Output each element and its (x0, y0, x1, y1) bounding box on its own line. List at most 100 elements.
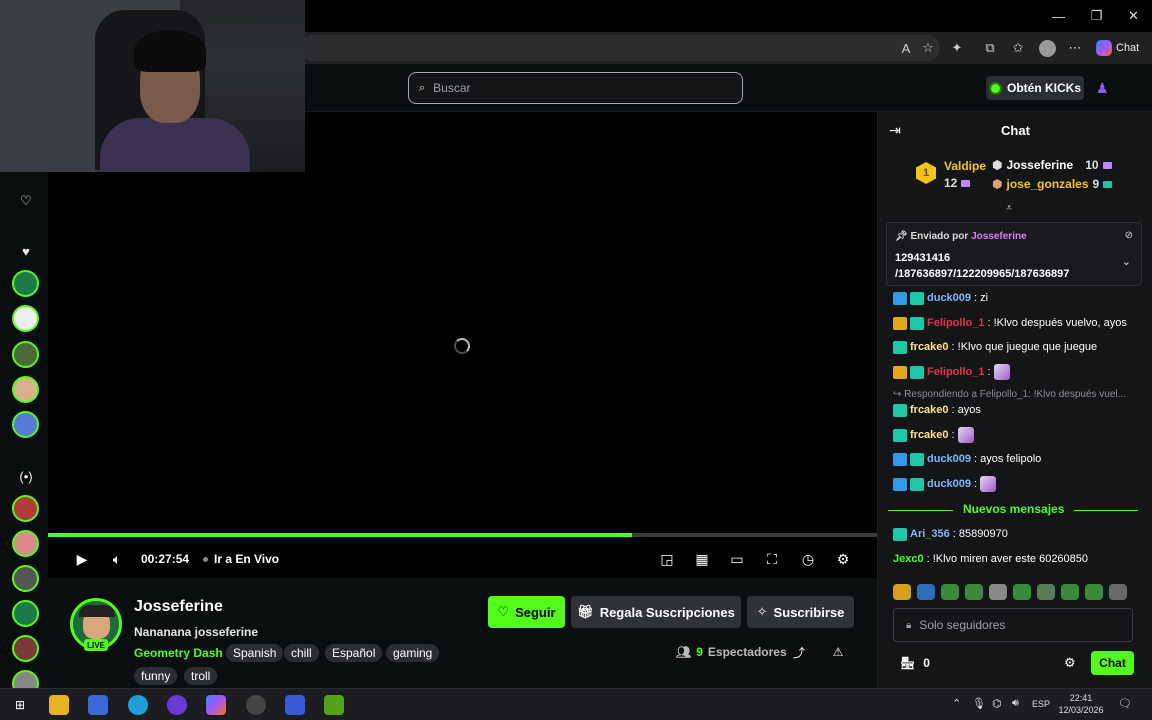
rank-3-icon: ⬢ (992, 177, 1003, 191)
live-dot-icon (203, 556, 208, 562)
url-field[interactable] (300, 35, 940, 61)
hide-pin-icon[interactable]: ⊘ (1125, 230, 1133, 241)
new-messages-label[interactable]: Nuevos mensajes (953, 502, 1075, 516)
video-player[interactable]: ▶ 🔈︎ 00:27:54 Ir a En Vivo ◲ ▦ ▭ ⛶ ◷ ⚙ (48, 112, 877, 578)
favorites-icon[interactable]: ✩ (1008, 38, 1028, 58)
reply-context[interactable]: ↪ Respondiendo a Felipollo_1: !Klvo desp… (893, 389, 1126, 400)
theater-mode-icon[interactable]: ▭ (727, 549, 747, 569)
search-input[interactable] (433, 81, 714, 95)
app-icon[interactable] (88, 695, 108, 715)
playback-speed-icon[interactable]: ◷ (798, 549, 818, 569)
leaderboard-expand-icon[interactable]: ⩡ (1006, 202, 1012, 215)
lock-icon: 🔒︎ (906, 619, 912, 631)
search-box[interactable]: ⌕ (408, 72, 743, 104)
expand-pin-chevron-icon[interactable]: ⌄ (1122, 255, 1131, 268)
heart-outline-icon[interactable]: ♡ (17, 192, 35, 210)
share-icon[interactable]: ⤴ (791, 644, 807, 660)
emote-icon[interactable] (1037, 584, 1055, 600)
leader-second[interactable]: ⬢ Josseferine 10 (992, 158, 1112, 172)
chat-settings-gear-icon[interactable]: ⚙ (1064, 652, 1076, 674)
language-indicator[interactable]: ESP (1032, 699, 1050, 709)
more-options-icon[interactable]: ⋯ (1065, 38, 1085, 58)
tray-expand-icon[interactable]: ⌃ (952, 697, 961, 710)
notifications-icon[interactable]: 🗨︎ (1118, 697, 1132, 710)
chat-send-button[interactable]: Chat (1091, 651, 1134, 675)
fullscreen-icon[interactable]: ⛶ (762, 549, 782, 569)
settings-gear-icon[interactable]: ⚙ (833, 549, 853, 569)
gift-subs-button[interactable]: 🎁︎ Regala Suscripciones (571, 596, 741, 628)
rank-2-icon: ⬢ (992, 158, 1003, 172)
mini-player-icon[interactable]: ◲ (657, 549, 677, 569)
leader-first-name[interactable]: Valdipe (944, 159, 986, 173)
tag[interactable]: gaming (386, 644, 440, 662)
category-link[interactable]: Geometry Dash (134, 646, 223, 660)
tag[interactable]: troll (184, 667, 218, 685)
follow-button[interactable]: ♡ Seguir (488, 596, 565, 628)
emote-icon[interactable] (965, 584, 983, 600)
profile-icon[interactable] (1037, 38, 1057, 58)
speaker-icon[interactable]: 🔊︎ (1012, 697, 1019, 710)
sidebar-channel[interactable] (12, 376, 39, 403)
sidebar-channel[interactable] (12, 495, 39, 522)
emote-icon[interactable] (1013, 584, 1031, 600)
emote-icon[interactable] (941, 584, 959, 600)
play-icon[interactable]: ▶ (72, 549, 92, 569)
user-avatar-icon[interactable]: ♟ (1096, 80, 1112, 96)
emote-icon[interactable] (1085, 584, 1103, 600)
sidebar-channel[interactable] (12, 565, 39, 592)
clip-icon[interactable]: ▦ (692, 549, 712, 569)
sidebar-channel[interactable] (12, 600, 39, 627)
subscribe-button[interactable]: ✧ Suscribirse (747, 596, 854, 628)
sidebar-channel[interactable] (12, 635, 39, 662)
favorite-star-icon[interactable]: ☆ (918, 38, 938, 58)
app-icon[interactable] (167, 695, 187, 715)
file-explorer-icon[interactable] (49, 695, 69, 715)
progress-bar[interactable] (48, 533, 877, 537)
viewers-icon: 👥︎ (676, 645, 692, 659)
channel-points[interactable]: 🏪︎ 0 (900, 652, 930, 674)
emote-icon[interactable] (1109, 584, 1127, 600)
close-icon[interactable]: ✕ (1115, 0, 1152, 32)
copilot-app-icon[interactable] (206, 695, 226, 715)
obs-icon[interactable] (246, 695, 266, 715)
channel-name[interactable]: Josseferine (134, 598, 223, 616)
clock[interactable]: 22:41 12/03/2026 (1058, 692, 1104, 716)
tag[interactable]: Español (325, 644, 383, 662)
app-icon[interactable] (285, 695, 305, 715)
microphone-icon[interactable]: 🎙︎ (972, 697, 986, 710)
emote-icon[interactable] (1061, 584, 1079, 600)
chat-input[interactable] (919, 618, 1120, 632)
emote-icon[interactable] (917, 584, 935, 600)
copilot-button[interactable]: Chat (1096, 38, 1139, 58)
chat-message: frcake0: ayos (893, 401, 981, 419)
read-aloud-icon[interactable]: A (896, 38, 916, 58)
split-screen-icon[interactable]: ⧉ (980, 38, 1000, 58)
minimize-icon[interactable]: — (1040, 0, 1077, 32)
edge-browser-icon[interactable] (128, 695, 148, 715)
heart-icon[interactable]: ♥ (17, 242, 35, 260)
sidebar-channel[interactable] (12, 411, 39, 438)
windows-start-icon[interactable]: ⊞ (10, 695, 30, 715)
leader-third[interactable]: ⬢ jose_gonzales 9 (992, 177, 1113, 191)
volume-icon[interactable]: 🔈︎ (107, 549, 127, 569)
maximize-icon[interactable]: ❐ (1078, 0, 1115, 32)
report-warning-icon[interactable]: ⚠ (830, 644, 846, 660)
tag[interactable]: funny (134, 667, 178, 685)
emote-icon[interactable] (893, 584, 911, 600)
sidebar-channel[interactable] (12, 341, 39, 368)
progress-fill (48, 533, 633, 537)
live-broadcast-icon[interactable]: (•) (17, 467, 35, 485)
network-icon[interactable]: ⌬ (992, 697, 1002, 710)
chat-title: Chat (1001, 122, 1030, 138)
sidebar-channel[interactable] (12, 270, 39, 297)
tag[interactable]: Spanish (226, 644, 284, 662)
chat-input-box[interactable]: 🔒︎ (893, 608, 1133, 642)
get-kicks-button[interactable]: Obtén KICKs (986, 76, 1084, 100)
minecraft-icon[interactable] (324, 695, 344, 715)
emote-icon[interactable] (989, 584, 1007, 600)
sidebar-channel[interactable] (12, 305, 39, 332)
sidebar-channel[interactable] (12, 530, 39, 557)
tag[interactable]: chill (284, 644, 319, 662)
go-live-button[interactable]: Ir a En Vivo (203, 548, 279, 570)
extensions-icon[interactable]: ✦ (947, 38, 967, 58)
